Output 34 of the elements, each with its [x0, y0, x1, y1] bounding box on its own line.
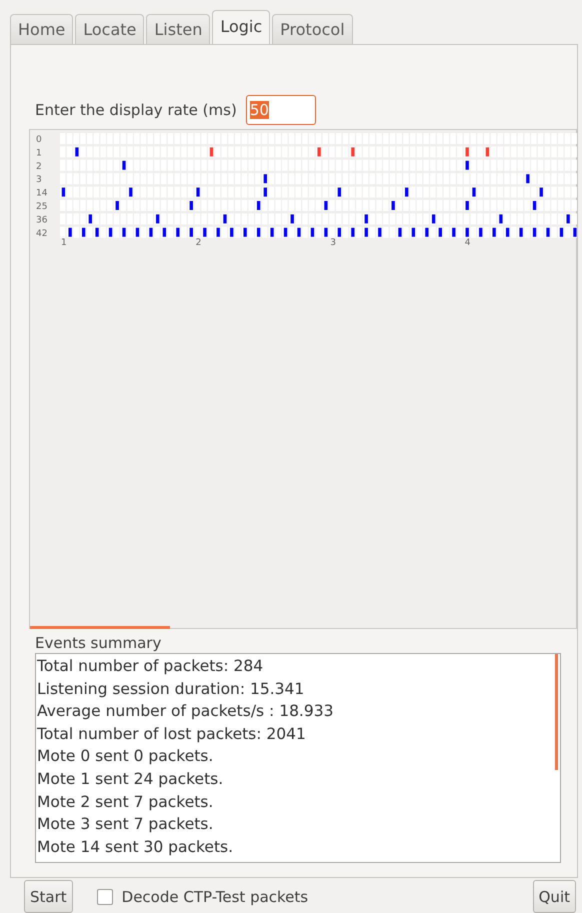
tab[interactable]: Listen [146, 14, 210, 44]
start-button[interactable]: Start [24, 880, 73, 913]
scrollbar[interactable] [555, 654, 558, 770]
events-title: Events summary [34, 633, 162, 652]
event-line: Average number of packets/s : 18.933 [37, 701, 334, 722]
tab[interactable]: Locate [75, 14, 144, 44]
event-line: Total number of packets: 284 [37, 656, 264, 677]
event-line: Total number of lost packets: 2041 [37, 724, 307, 745]
event-line: Mote 2 sent 7 packets. [37, 792, 214, 813]
row-label: 25 [36, 202, 48, 212]
tab[interactable]: Logic [212, 10, 270, 44]
row-label: 42 [36, 228, 48, 239]
tab[interactable]: Home [10, 14, 74, 44]
row-label: 1 [36, 148, 42, 158]
tick-label: 2 [196, 238, 202, 248]
tick-label: 4 [464, 238, 471, 248]
rate-label: Enter the display rate (ms) [35, 101, 237, 119]
row-label: 3 [36, 175, 42, 186]
event-line: Mote 0 sent 0 packets. [37, 746, 214, 768]
event-line: Mote 14 sent 30 packets. [37, 836, 234, 858]
decode-checkbox[interactable] [96, 888, 113, 904]
rate-field[interactable]: 50 [246, 95, 316, 125]
quit-button[interactable]: Quit [532, 880, 576, 913]
tick-label: 1 [61, 238, 67, 248]
tick-label: 3 [330, 238, 336, 248]
row-label: 2 [36, 162, 42, 172]
tab[interactable]: Protocol [272, 14, 353, 44]
event-line: Mote 3 sent 7 packets. [37, 814, 214, 836]
row-label: 0 [36, 135, 42, 145]
decode-label: Decode CTP-Test packets [122, 888, 308, 906]
event-line: Mote 1 sent 24 packets. [37, 768, 224, 790]
row-label: 36 [36, 215, 48, 226]
row-label: 14 [36, 188, 48, 199]
event-line: Listening session duration: 15.341 [37, 678, 306, 700]
